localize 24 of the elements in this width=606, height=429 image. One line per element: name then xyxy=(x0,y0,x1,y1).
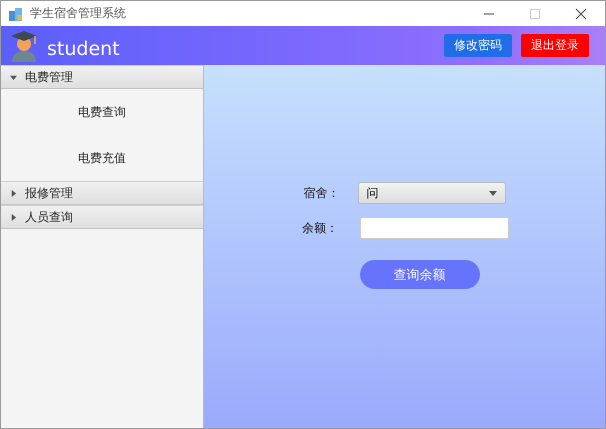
username: student xyxy=(47,38,120,60)
menu-item[interactable]: 电费充值 xyxy=(78,150,126,166)
dorm-label: 宿舍： xyxy=(304,184,340,202)
app-icon xyxy=(8,6,24,22)
accordion-header[interactable]: 电费管理 xyxy=(1,65,203,89)
balance-field[interactable] xyxy=(360,217,509,239)
dropdown-caret-icon xyxy=(488,190,496,196)
header-button[interactable]: 修改密码 xyxy=(444,34,512,57)
dorm-dropdown[interactable]: 问 xyxy=(358,182,506,204)
accordion-header[interactable]: 人员查询 xyxy=(1,205,203,229)
query-balance-button[interactable]: 查询余额 xyxy=(360,260,480,289)
caret-icon xyxy=(10,190,17,196)
caret-icon xyxy=(10,74,17,80)
close-icon[interactable] xyxy=(575,8,587,20)
accordion-header[interactable]: 报修管理 xyxy=(1,181,203,205)
balance-label: 余额： xyxy=(302,220,338,236)
section-label: 人员查询 xyxy=(25,208,73,226)
section-label: 电费管理 xyxy=(25,68,73,86)
window-title: 学生宿舍管理系统 xyxy=(30,5,126,22)
section-label: 报修管理 xyxy=(25,184,73,202)
menu-item[interactable]: 电费查询 xyxy=(78,104,126,120)
header-button[interactable]: 退出登录 xyxy=(521,34,589,57)
caret-icon xyxy=(10,214,17,220)
user-avatar-icon xyxy=(9,30,39,62)
